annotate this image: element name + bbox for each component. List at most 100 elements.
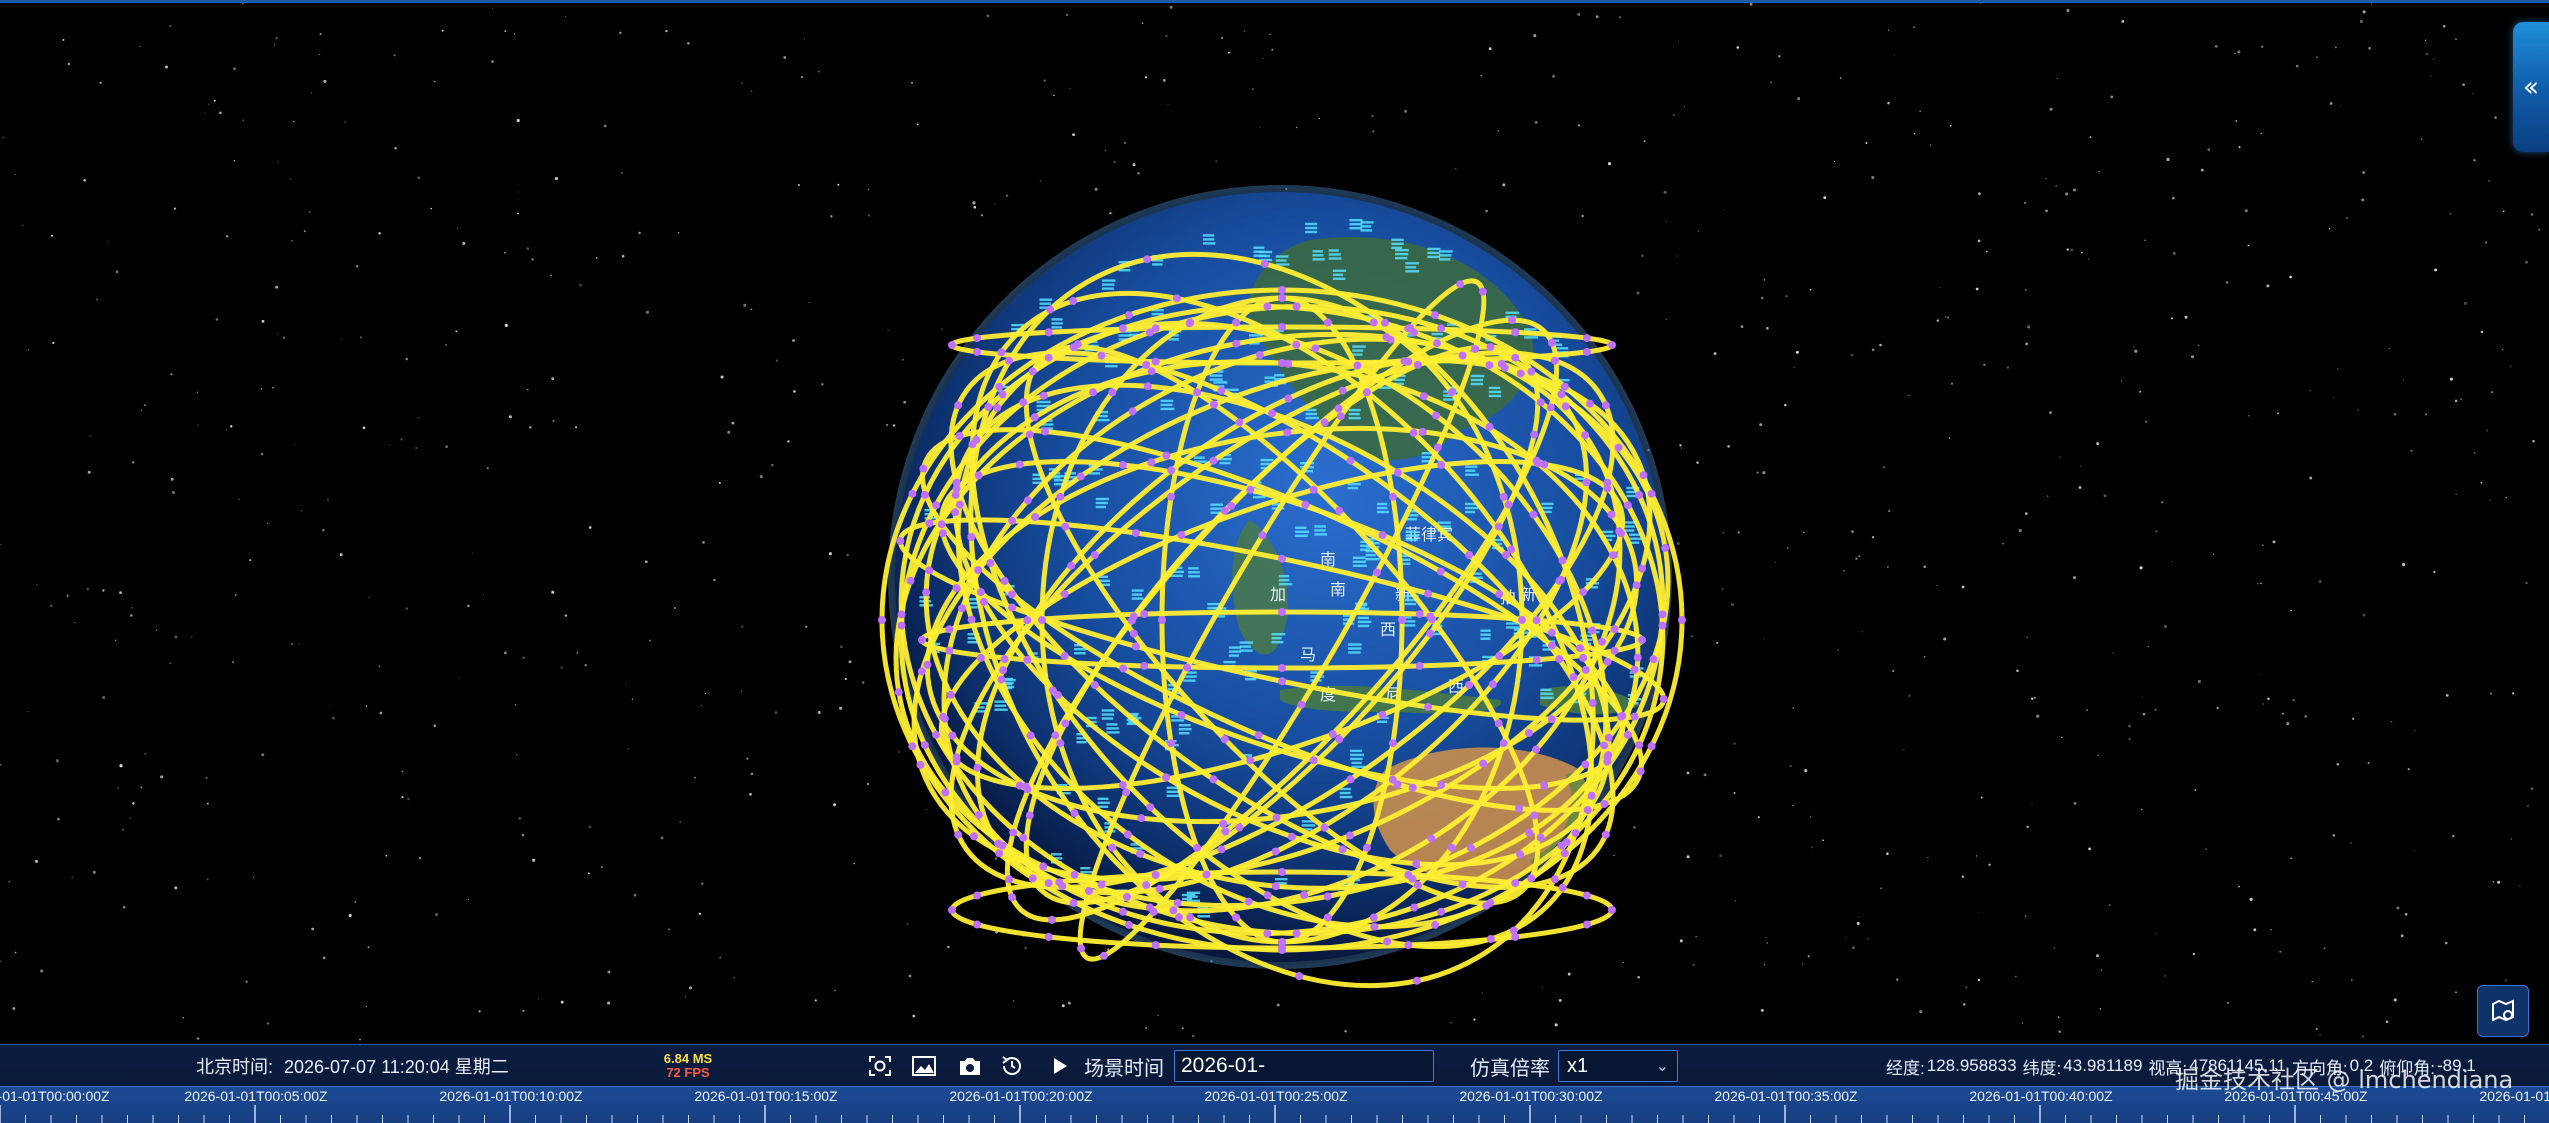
- star: [2214, 45, 2218, 48]
- satellite-marker: [1151, 870, 1160, 879]
- map-settings-button[interactable]: [2477, 985, 2529, 1037]
- star: [1613, 854, 1615, 857]
- star: [52, 341, 55, 345]
- star: [2272, 540, 2276, 544]
- star: [190, 636, 193, 639]
- star: [2295, 64, 2299, 68]
- satellite-marker: [1639, 471, 1648, 480]
- star: [50, 604, 53, 607]
- star: [208, 103, 210, 105]
- star: [129, 614, 133, 617]
- scene-time-input[interactable]: 2026-01-01T00:00:00.000Z: [1174, 1050, 1434, 1107]
- star: [378, 665, 380, 667]
- star: [2061, 736, 2063, 738]
- star: [1977, 978, 1981, 982]
- star: [2267, 697, 2270, 701]
- satellite-marker: [1099, 951, 1108, 960]
- satellite-marker: [1158, 616, 1166, 624]
- star: [1760, 1008, 1764, 1012]
- satellite-marker: [1415, 610, 1424, 619]
- star: [1762, 471, 1766, 475]
- star: [638, 231, 641, 235]
- star: [291, 240, 293, 242]
- star: [621, 254, 625, 258]
- star: [22, 224, 24, 226]
- satellite-marker: [1547, 715, 1556, 724]
- star: [1733, 792, 1736, 794]
- satellite-marker: [1235, 823, 1244, 832]
- star: [311, 927, 314, 931]
- star: [1404, 110, 1407, 113]
- satellite-marker: [1219, 819, 1228, 828]
- satellite-marker: [1437, 781, 1446, 790]
- star: [1950, 382, 1954, 385]
- satellite-marker: [878, 616, 886, 624]
- star: [1791, 804, 1794, 807]
- star: [2455, 38, 2457, 41]
- star: [1944, 316, 1947, 319]
- star: [972, 201, 976, 205]
- satellite-marker: [945, 625, 954, 634]
- satellite-marker: [1060, 590, 1069, 599]
- satellite-marker: [998, 390, 1007, 399]
- star: [537, 997, 540, 1000]
- timeline[interactable]: 2026-01-01T00:00:00Z 2026-01-01T00:05:00…: [0, 1086, 2549, 1123]
- star: [588, 825, 592, 829]
- history-button[interactable]: [998, 1053, 1026, 1079]
- star: [365, 705, 368, 707]
- star: [205, 776, 208, 780]
- satellite-marker: [1609, 551, 1618, 560]
- star: [1012, 1000, 1015, 1002]
- satellite-marker: [1143, 255, 1152, 264]
- star: [2346, 217, 2348, 219]
- satellite-marker: [1623, 501, 1632, 510]
- star: [1785, 295, 1788, 298]
- globe-viewport[interactable]: 菲律宾 南 西 马 度 尼 西 加 南 新 新 拍: [0, 0, 2549, 1044]
- satellite-marker: [1320, 823, 1329, 832]
- star: [1975, 855, 1978, 857]
- star: [1144, 76, 1148, 79]
- star: [2216, 706, 2219, 710]
- star: [71, 877, 73, 879]
- star: [204, 112, 206, 114]
- play-button[interactable]: [1048, 1053, 1072, 1079]
- star: [323, 79, 327, 83]
- star: [405, 607, 409, 610]
- screenshot-button[interactable]: [956, 1053, 984, 1079]
- star: [579, 283, 582, 287]
- star: [516, 118, 520, 123]
- satellite-marker: [1530, 430, 1539, 439]
- station-label: [1253, 246, 1267, 257]
- satellite-marker: [948, 906, 956, 914]
- star: [660, 836, 664, 840]
- satellite-marker: [1466, 843, 1475, 852]
- image-button[interactable]: [910, 1053, 938, 1079]
- satellite-marker: [1486, 343, 1495, 352]
- star: [1886, 565, 1889, 568]
- satellite-marker: [1142, 881, 1151, 890]
- satellite-marker: [1583, 806, 1592, 815]
- star: [994, 857, 998, 860]
- sim-rate-select[interactable]: x1 ⌄: [1558, 1050, 1678, 1082]
- star: [433, 80, 436, 83]
- star: [2270, 928, 2272, 931]
- satellite-marker: [1601, 401, 1610, 410]
- satellite-marker: [1560, 382, 1569, 391]
- star: [2393, 412, 2397, 416]
- star: [27, 349, 29, 351]
- satellite-marker: [908, 489, 917, 498]
- star: [2530, 787, 2534, 791]
- satellite-marker: [1232, 318, 1241, 327]
- satellite-marker: [973, 763, 982, 772]
- satellite-marker: [1056, 739, 1065, 748]
- view-reset-button[interactable]: [866, 1053, 894, 1079]
- star: [2420, 138, 2423, 140]
- star: [2433, 58, 2435, 60]
- satellite-marker: [1162, 451, 1171, 460]
- collapse-panel-button[interactable]: ‹‹: [2513, 22, 2549, 152]
- star: [576, 652, 579, 654]
- star: [844, 677, 847, 681]
- star: [906, 922, 909, 925]
- star: [2247, 244, 2250, 247]
- star: [2368, 46, 2371, 50]
